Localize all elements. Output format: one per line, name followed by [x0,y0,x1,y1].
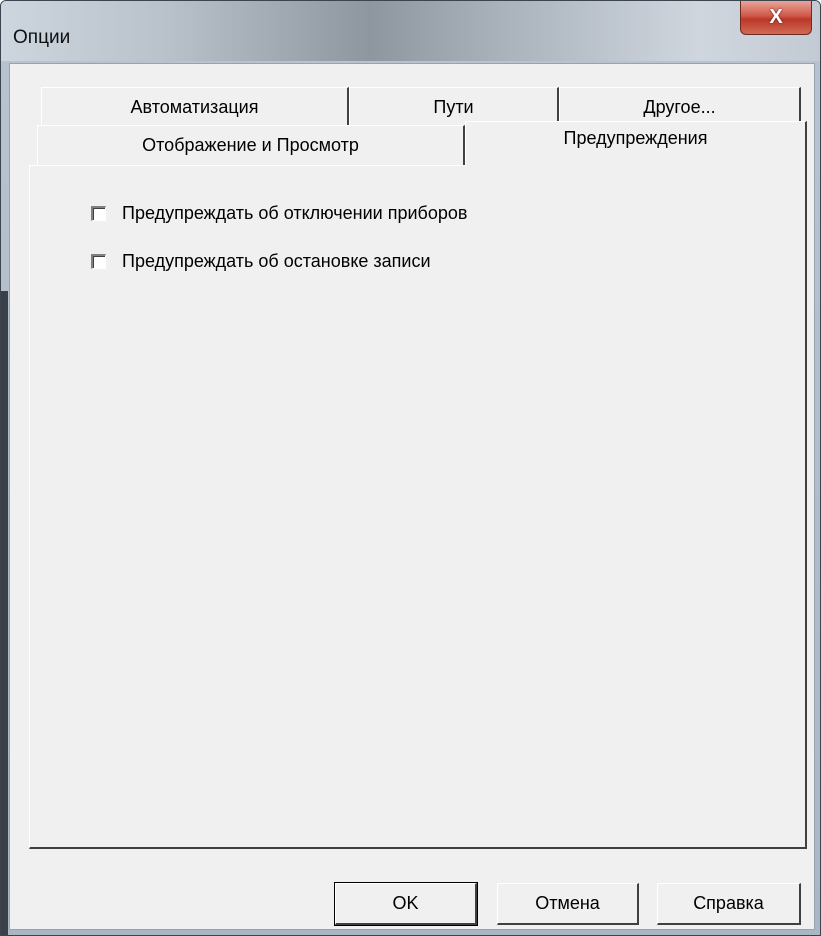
help-button-label: Справка [693,893,764,913]
warn-recording-stop-label: Предупреждать об остановке записи [122,251,431,271]
tab-label: Отображение и Просмотр [142,135,359,155]
tab-automation[interactable]: Автоматизация [41,87,349,127]
tab-warnings[interactable]: Предупреждения [465,121,807,167]
ok-button[interactable]: OK [334,882,478,926]
close-icon: X [769,6,783,28]
warn-device-disconnect-option[interactable]: Предупреждать об отключении приборов [91,203,467,224]
warn-device-disconnect-label: Предупреждать об отключении приборов [122,203,468,223]
cancel-button-label: Отмена [535,893,600,913]
cancel-button[interactable]: Отмена [497,883,639,925]
warn-recording-stop-option[interactable]: Предупреждать об остановке записи [91,251,431,272]
window-title: Опции [13,27,71,48]
tab-label: Пути [433,97,474,117]
tab-label: Автоматизация [130,97,259,117]
help-button[interactable]: Справка [657,883,801,925]
tab-display-view[interactable]: Отображение и Просмотр [37,125,465,165]
options-dialog: Опции X Автоматизация Пути Другое... Ото… [0,0,821,936]
warn-recording-stop-checkbox[interactable] [91,254,106,269]
ok-button-label: OK [392,893,419,913]
window-frame-left [1,291,8,935]
tab-label: Другое... [643,97,716,117]
warn-device-disconnect-checkbox[interactable] [91,206,106,221]
close-button[interactable]: X [740,1,812,35]
tab-label: Предупреждения [563,128,708,148]
title-bar[interactable]: Опции X [1,1,820,61]
